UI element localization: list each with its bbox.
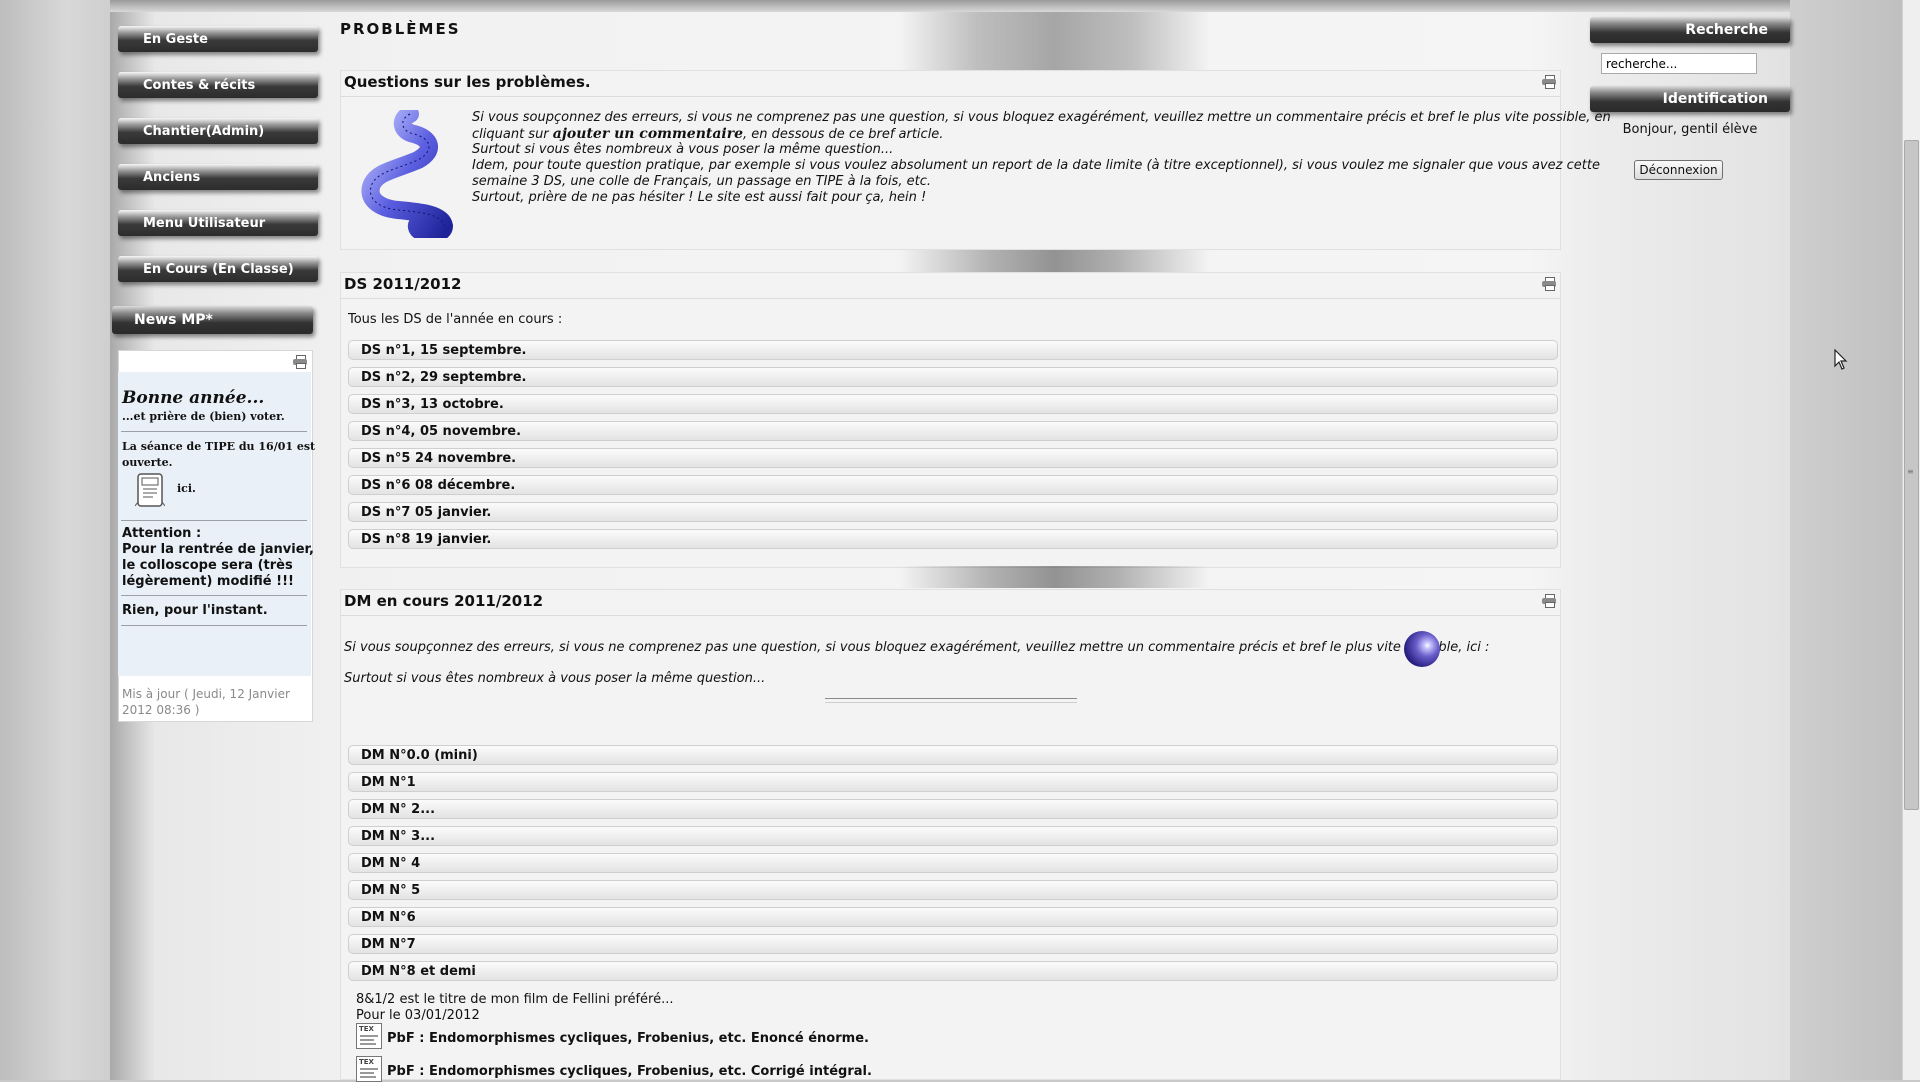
section-divider [900,566,1210,588]
print-icon[interactable] [1542,75,1556,89]
news-heading: Bonne année... [122,388,265,408]
dm-item[interactable]: DM N° 5 [348,880,1558,900]
questions-title: Questions sur les problèmes. [344,73,591,91]
top-bar [110,0,1790,12]
ds-item[interactable]: DS n°1, 15 septembre. [348,340,1558,360]
menu-item-en-geste[interactable]: En Geste [118,26,318,52]
questions-line2: cliquant sur ajouter un commentaire, en … [472,126,943,143]
news-subheading: ...et prière de (bien) voter. [122,410,285,423]
news-separator [121,625,307,626]
identification-header: Identification [1590,86,1790,112]
mouse-cursor [1834,348,1848,375]
search-input[interactable] [1601,53,1757,74]
news-attention-1: Attention : [122,526,202,541]
section-separator [340,615,1561,616]
page-background-right [1790,0,1920,1080]
print-icon[interactable] [1542,594,1556,608]
print-icon[interactable] [293,355,307,369]
menu-item-anciens[interactable]: Anciens [118,164,318,190]
news-header: News MP* [112,306,313,334]
dm-item[interactable]: DM N° 2... [348,799,1558,819]
math-surface-image [358,105,456,243]
news-separator [121,520,307,521]
news-updated-line2: 2012 08:36 ) [122,703,200,717]
news-tipe-line1: La séance de TIPE du 16/01 est [122,440,316,453]
news-separator [121,595,307,596]
ds-item[interactable]: DS n°3, 13 octobre. [348,394,1558,414]
dm-item[interactable]: DM N° 4 [348,853,1558,873]
search-header: Recherche [1590,17,1790,43]
add-comment-link[interactable]: ajouter un commentaire [553,126,743,142]
dm8-date: Pour le 03/01/2012 [356,1008,480,1023]
dm-item[interactable]: DM N°6 [348,907,1558,927]
questions-line3: Surtout si vous êtes nombreux à vous pos… [472,142,894,157]
news-attention-4: légèrement) modifié !!! [122,574,294,589]
tex-document-icon[interactable]: TEX [356,1023,382,1049]
ds-item[interactable]: DS n°7 05 janvier. [348,502,1558,522]
menu-item-label: En Geste [143,32,208,47]
greeting-text: Bonjour, gentil élève [1622,122,1758,137]
menu-item-label: Anciens [143,170,201,185]
ds-intro: Tous les DS de l'année en cours : [348,312,563,327]
dm-item[interactable]: DM N°1 [348,772,1558,792]
dm8-note: 8&1/2 est le titre de mon film de Fellin… [356,992,674,1007]
menu-item-en-cours[interactable]: En Cours (En Classe) [118,256,318,282]
identification-title: Identification [1662,91,1768,107]
section-separator [340,298,1561,299]
dm8-file-enonce-link[interactable]: PbF : Endomorphismes cycliques, Frobeniu… [387,1031,869,1046]
logout-button[interactable]: Déconnexion [1634,160,1723,180]
print-icon[interactable] [1542,277,1556,291]
dm-line2: Surtout si vous êtes nombreux à vous pos… [344,671,766,686]
search-title: Recherche [1685,22,1768,38]
dm-item[interactable]: DM N°7 [348,934,1558,954]
questions-line5: semaine 3 DS, une colle de Français, un … [472,174,931,189]
news-tipe-line2: ouverte. [122,456,173,469]
ds-item[interactable]: DS n°2, 29 septembre. [348,367,1558,387]
title-shade [900,12,1210,70]
dm-line1: Si vous soupçonnez des erreurs, si vous … [344,640,1490,655]
menu-item-menu-utilisateur[interactable]: Menu Utilisateur [118,210,318,236]
menu-item-chantier-admin[interactable]: Chantier(Admin) [118,118,318,144]
menu-item-label: Contes & récits [143,78,256,93]
page-title: PROBLÈMES [340,20,461,38]
news-attention-3: le colloscope sera (très [122,558,293,573]
dm-title: DM en cours 2011/2012 [344,592,544,610]
news-updated: Mis à jour ( Jeudi, 12 Janvier 2012 08:3… [122,686,290,718]
questions-line2-pre: cliquant sur [472,127,553,142]
menu-item-contes-recits[interactable]: Contes & récits [118,72,318,98]
questions-line6: Surtout, prière de ne pas hésiter ! Le s… [472,190,927,205]
news-separator [121,431,307,432]
menu-item-label: Menu Utilisateur [143,216,266,231]
ds-item[interactable]: DS n°6 08 décembre. [348,475,1558,495]
news-attention-2: Pour la rentrée de janvier, [122,542,314,557]
dm-item[interactable]: DM N° 3... [348,826,1558,846]
scrollbar-grip-icon: ≡ [1907,467,1914,476]
news-updated-line1: Mis à jour ( Jeudi, 12 Janvier [122,687,290,701]
tex-document-icon[interactable]: TEX [356,1056,382,1082]
news-nothing: Rien, pour l'instant. [122,603,268,618]
questions-line2-post: , en dessous de ce bref article. [743,127,944,142]
news-title: News MP* [134,312,213,328]
section-divider [900,250,1210,272]
comment-ball-icon[interactable] [1404,631,1440,667]
tipe-document-icon[interactable] [134,472,166,508]
ds-item[interactable]: DS n°4, 05 novembre. [348,421,1558,441]
section-separator [340,96,1561,97]
ds-item[interactable]: DS n°5 24 novembre. [348,448,1558,468]
horizontal-rule [825,698,1077,703]
ds-title: DS 2011/2012 [344,275,462,293]
menu-item-label: Chantier(Admin) [143,124,265,139]
ds-item[interactable]: DS n°8 19 janvier. [348,529,1558,549]
page-background-left [0,0,110,1080]
news-tipe-link[interactable]: ici. [177,482,196,495]
dm-item[interactable]: DM N°0.0 (mini) [348,745,1558,765]
questions-line1: Si vous soupçonnez des erreurs, si vous … [472,110,1611,125]
menu-item-label: En Cours (En Classe) [143,262,294,277]
questions-line4: Idem, pour toute question pratique, par … [472,158,1600,173]
dm-item[interactable]: DM N°8 et demi [348,961,1558,981]
dm8-file-corrige-link[interactable]: PbF : Endomorphismes cycliques, Frobeniu… [387,1064,872,1079]
